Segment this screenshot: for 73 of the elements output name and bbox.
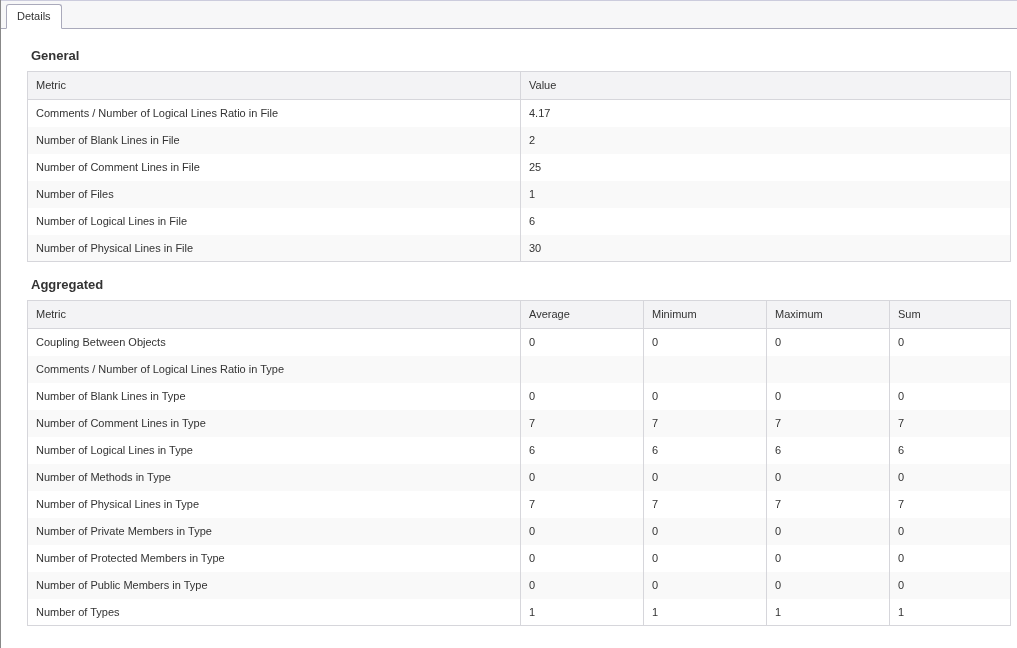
table-cell: 2 — [520, 126, 1011, 154]
table-cell: 6 — [520, 207, 1011, 235]
table-cell: Number of Physical Lines in Type — [27, 490, 521, 518]
section-heading: General — [30, 47, 81, 65]
column-header: Sum — [889, 300, 1011, 329]
table-cell: 25 — [520, 153, 1011, 181]
column-header: Average — [520, 300, 644, 329]
table-cell: 7 — [520, 409, 644, 437]
table-cell: Number of Comment Lines in File — [27, 153, 521, 181]
table-cell: 1 — [520, 180, 1011, 208]
table-cell: 0 — [889, 328, 1011, 356]
table-cell: 0 — [889, 571, 1011, 599]
table-cell: 0 — [766, 463, 890, 491]
table-cell: 0 — [766, 382, 890, 410]
table-cell: 1 — [766, 598, 890, 626]
details-tab[interactable]: Details — [6, 4, 62, 29]
table-cell: Number of Logical Lines in Type — [27, 436, 521, 464]
table-cell: 7 — [643, 490, 767, 518]
table-cell: 7 — [766, 490, 890, 518]
table-cell: Number of Files — [27, 180, 521, 208]
table-cell: Coupling Between Objects — [27, 328, 521, 356]
table-cell: 7 — [643, 409, 767, 437]
table-cell: 0 — [766, 571, 890, 599]
table-cell: 0 — [520, 463, 644, 491]
table-cell: 0 — [889, 463, 1011, 491]
table-cell: 0 — [643, 382, 767, 410]
table-cell: 7 — [889, 409, 1011, 437]
table-cell: 0 — [643, 544, 767, 572]
table-cell: 0 — [889, 517, 1011, 545]
table-cell: 0 — [643, 517, 767, 545]
table-cell: Number of Physical Lines in File — [27, 234, 521, 262]
table-cell: Number of Private Members in Type — [27, 517, 521, 545]
table-cell: 4.17 — [520, 99, 1011, 127]
table-cell: Number of Blank Lines in File — [27, 126, 521, 154]
table-cell: 30 — [520, 234, 1011, 262]
table-cell: 1 — [520, 598, 644, 626]
table-cell: 0 — [520, 328, 644, 356]
column-header: Value — [520, 71, 1011, 100]
table-cell: 0 — [520, 382, 644, 410]
table-cell: 0 — [520, 544, 644, 572]
table-cell: 6 — [520, 436, 644, 464]
table-cell: 0 — [889, 544, 1011, 572]
table-cell: 0 — [889, 382, 1011, 410]
table-cell: Number of Public Members in Type — [27, 571, 521, 599]
table-cell: 6 — [889, 436, 1011, 464]
table-cell: 7 — [766, 409, 890, 437]
table-cell: 0 — [643, 571, 767, 599]
table-cell: Number of Types — [27, 598, 521, 626]
table-cell: 7 — [889, 490, 1011, 518]
table-cell: Comments / Number of Logical Lines Ratio in File — [27, 99, 521, 127]
table-cell: 7 — [520, 490, 644, 518]
table-cell: Number of Comment Lines in Type — [27, 409, 521, 437]
table-cell: 6 — [643, 436, 767, 464]
table-cell: 0 — [643, 463, 767, 491]
table-cell: 0 — [766, 517, 890, 545]
table-cell: Number of Methods in Type — [27, 463, 521, 491]
column-header: Maximum — [766, 300, 890, 329]
table-cell: 0 — [520, 517, 644, 545]
table-cell: 1 — [889, 598, 1011, 626]
table-cell: 0 — [766, 328, 890, 356]
table-cell: Number of Logical Lines in File — [27, 207, 521, 235]
section-heading: Aggregated — [30, 276, 105, 294]
table-cell: 1 — [643, 598, 767, 626]
column-header: Metric — [27, 300, 521, 329]
column-header: Metric — [27, 71, 521, 100]
table-cell: 0 — [643, 328, 767, 356]
table-cell: Number of Blank Lines in Type — [27, 382, 521, 410]
table-cell: 0 — [520, 571, 644, 599]
column-header: Minimum — [643, 300, 767, 329]
table-cell: Comments / Number of Logical Lines Ratio in Type — [27, 355, 521, 383]
table-cell: 0 — [766, 544, 890, 572]
table-cell: 6 — [766, 436, 890, 464]
table-cell: Number of Protected Members in Type — [27, 544, 521, 572]
